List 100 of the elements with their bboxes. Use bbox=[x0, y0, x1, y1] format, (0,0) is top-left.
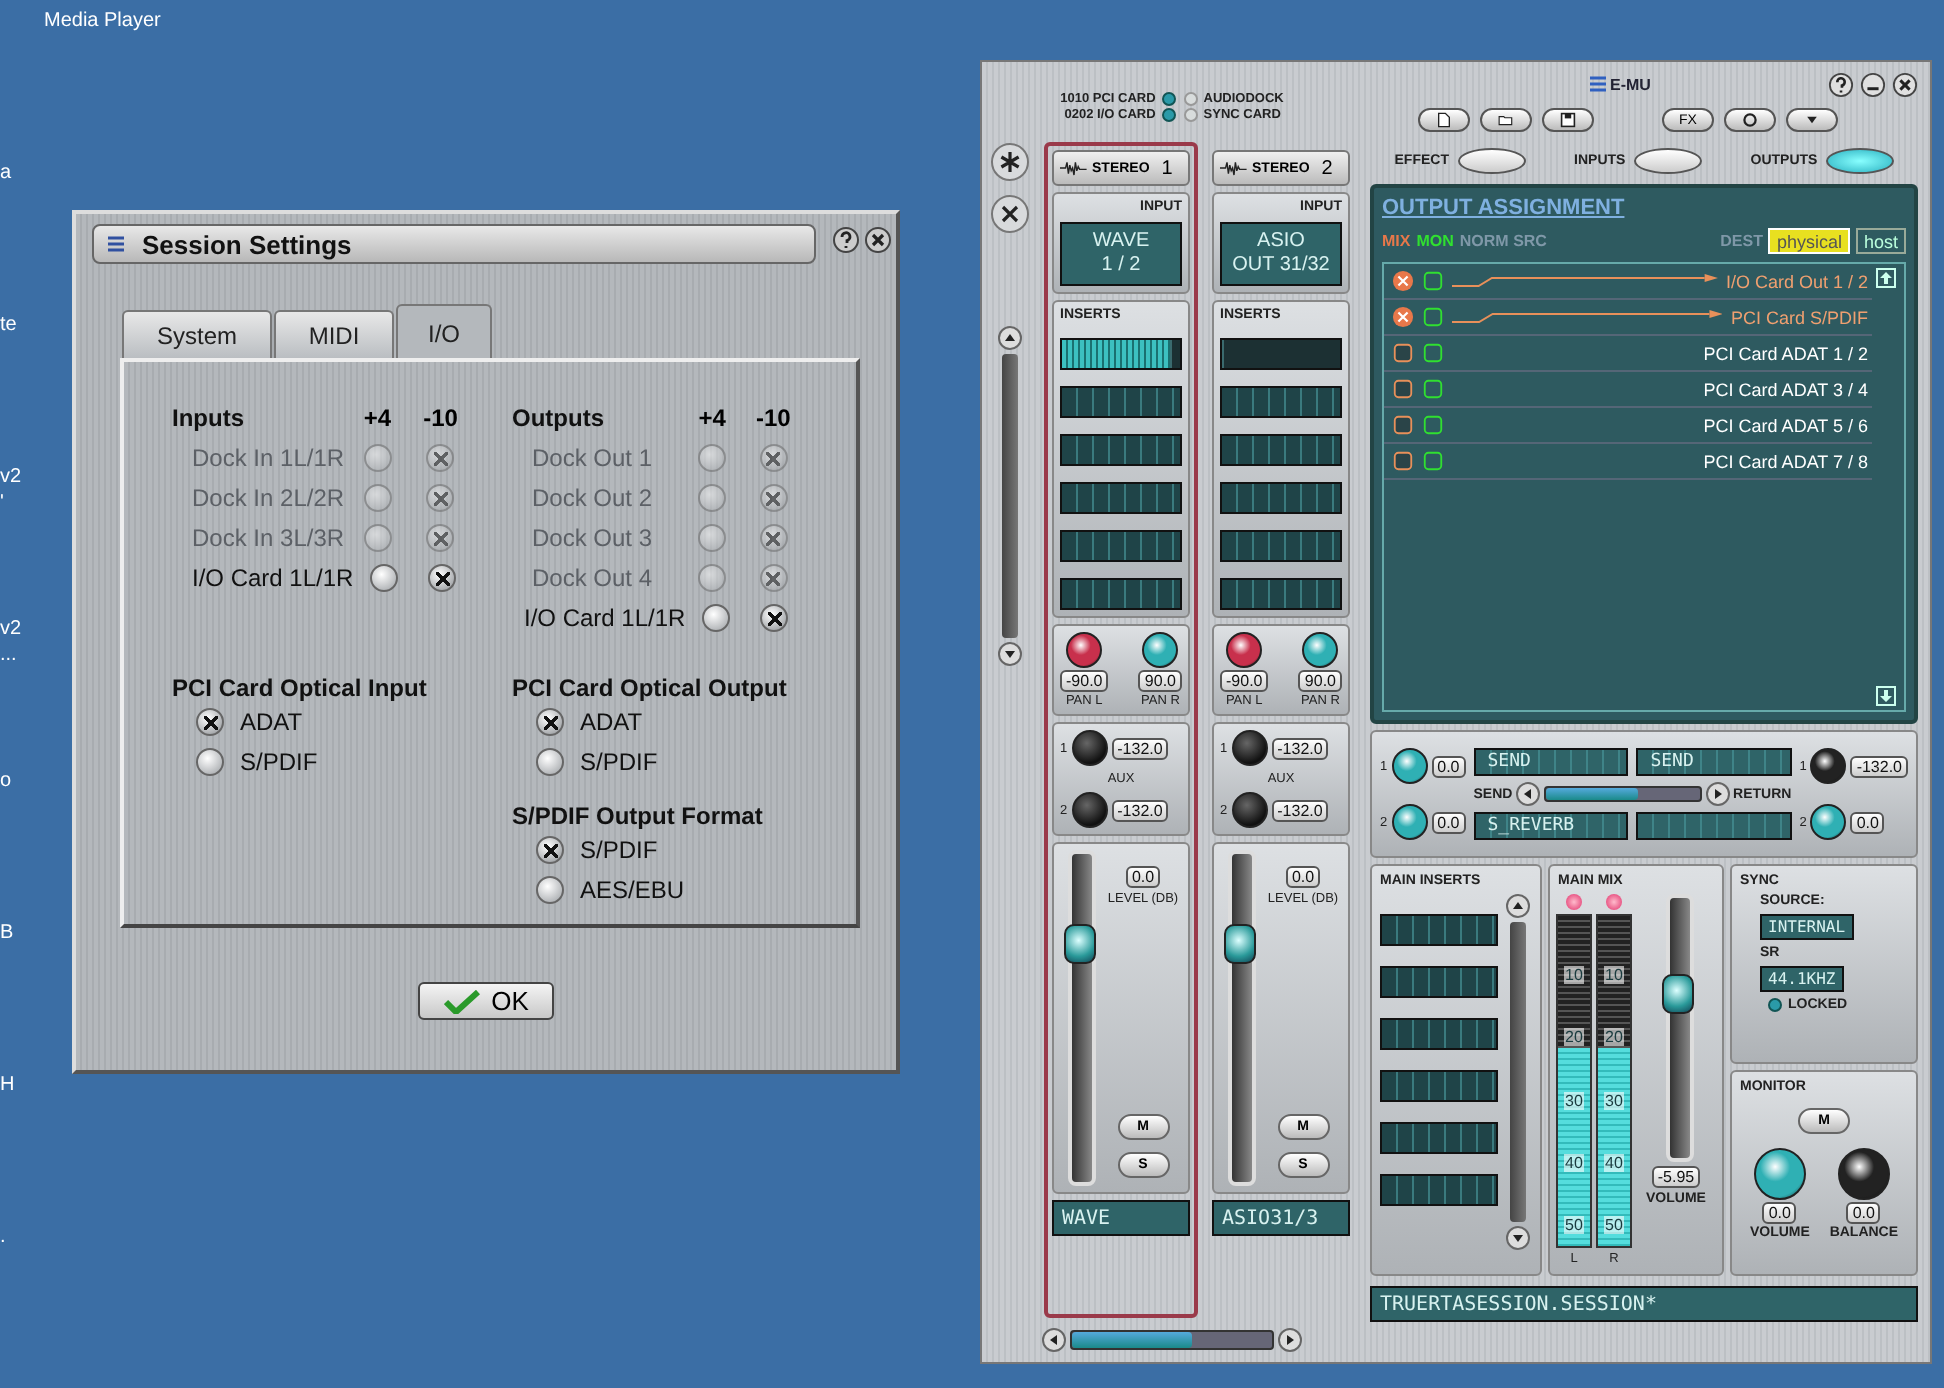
radio-button[interactable] bbox=[428, 564, 457, 592]
insert-slot[interactable] bbox=[1380, 1122, 1498, 1154]
ok-button[interactable]: OK bbox=[418, 982, 554, 1020]
input-display[interactable]: WAVE 1 / 2 bbox=[1060, 222, 1182, 286]
monitor-knob[interactable] bbox=[1753, 1148, 1806, 1200]
fader-track[interactable] bbox=[1228, 850, 1256, 1186]
desktop-icon-label[interactable]: v2 ... bbox=[0, 616, 22, 668]
mix-node[interactable] bbox=[1392, 270, 1414, 292]
return-knob[interactable] bbox=[1810, 748, 1847, 784]
effect-slot[interactable]: SEND bbox=[1636, 748, 1792, 776]
send-knob[interactable] bbox=[1391, 804, 1428, 840]
view-toggle[interactable] bbox=[1633, 147, 1702, 173]
effect-slot[interactable]: SEND bbox=[1473, 748, 1629, 776]
radio-button[interactable] bbox=[536, 708, 564, 736]
asterisk-icon[interactable] bbox=[990, 142, 1030, 182]
dropdown-button[interactable] bbox=[1786, 108, 1838, 132]
output-destination[interactable]: PCI Card ADAT 7 / 8 bbox=[1703, 451, 1872, 471]
dest-tab[interactable]: physical bbox=[1768, 228, 1850, 254]
value-field[interactable]: 0.0 bbox=[1846, 1202, 1881, 1224]
value-field[interactable]: 90.0 bbox=[1298, 670, 1342, 692]
value-field[interactable]: 0.0 bbox=[1850, 811, 1885, 833]
radio-button[interactable] bbox=[536, 876, 564, 904]
value-field[interactable]: 0.0 bbox=[1431, 811, 1466, 833]
value-field[interactable]: 0.0 bbox=[1285, 866, 1321, 888]
value-field[interactable]: 90.0 bbox=[1138, 670, 1182, 692]
tab[interactable]: System bbox=[122, 310, 272, 360]
mon-node[interactable] bbox=[1422, 342, 1444, 364]
insert-slot[interactable] bbox=[1220, 482, 1342, 514]
vertical-scrollbar[interactable] bbox=[996, 326, 1024, 666]
value-field[interactable]: -90.0 bbox=[1220, 670, 1269, 692]
horizontal-scrollbar[interactable] bbox=[1544, 786, 1702, 802]
fader-track[interactable] bbox=[1666, 894, 1694, 1162]
desktop-icon-label[interactable]: o bbox=[0, 768, 12, 794]
radio-button[interactable] bbox=[701, 604, 730, 632]
value-field[interactable]: -132.0 bbox=[1850, 755, 1908, 777]
radio-button[interactable] bbox=[196, 748, 224, 776]
return-knob[interactable] bbox=[1810, 804, 1847, 840]
send-knob[interactable] bbox=[1391, 748, 1428, 784]
view-toggle[interactable] bbox=[1457, 147, 1525, 173]
dest-tab[interactable]: host bbox=[1855, 228, 1906, 254]
monitor-knob[interactable] bbox=[1837, 1148, 1890, 1200]
radio-button[interactable] bbox=[536, 836, 564, 864]
insert-slot[interactable] bbox=[1380, 914, 1498, 946]
output-destination[interactable]: PCI Card ADAT 5 / 6 bbox=[1703, 415, 1872, 435]
insert-slot[interactable] bbox=[1380, 1018, 1498, 1050]
pan-knob[interactable] bbox=[1142, 632, 1179, 668]
desktop-icon-label[interactable]: B bbox=[0, 920, 14, 946]
pan-knob[interactable] bbox=[1226, 632, 1263, 668]
radio-button[interactable] bbox=[369, 564, 398, 592]
insert-slot[interactable] bbox=[1380, 966, 1498, 998]
value-field[interactable]: -5.95 bbox=[1651, 1166, 1701, 1188]
pan-knob[interactable] bbox=[1302, 632, 1339, 668]
mon-node[interactable] bbox=[1422, 306, 1444, 328]
fader-handle[interactable] bbox=[1662, 974, 1694, 1015]
mix-node[interactable] bbox=[1392, 414, 1414, 436]
radio-button[interactable] bbox=[536, 748, 564, 776]
fader-handle[interactable] bbox=[1224, 923, 1256, 964]
output-destination[interactable]: PCI Card ADAT 1 / 2 bbox=[1703, 343, 1872, 363]
fader-handle[interactable] bbox=[1064, 923, 1096, 964]
vertical-scrollbar[interactable] bbox=[1504, 894, 1532, 1250]
insert-slot[interactable] bbox=[1060, 530, 1182, 562]
aux-knob[interactable] bbox=[1231, 730, 1268, 766]
mix-node[interactable] bbox=[1392, 378, 1414, 400]
mon-node[interactable] bbox=[1422, 270, 1444, 292]
tab[interactable]: I/O bbox=[396, 304, 492, 360]
new-file-button[interactable] bbox=[1418, 108, 1470, 132]
input-display[interactable]: ASIO OUT 31/32 bbox=[1220, 222, 1342, 286]
minimize-icon[interactable] bbox=[1860, 71, 1886, 97]
desktop-icon-label[interactable]: . bbox=[0, 1224, 6, 1250]
close-icon[interactable] bbox=[864, 226, 892, 254]
output-destination[interactable]: PCI Card ADAT 3 / 4 bbox=[1703, 379, 1872, 399]
save-button[interactable] bbox=[1542, 108, 1594, 132]
desktop-icon-label[interactable]: a bbox=[0, 160, 12, 186]
desktop-icon-label[interactable]: Media Player bbox=[44, 8, 161, 34]
mix-node[interactable] bbox=[1392, 342, 1414, 364]
insert-slot[interactable] bbox=[1380, 1174, 1498, 1206]
insert-slot[interactable] bbox=[1220, 530, 1342, 562]
value-field[interactable]: 0.0 bbox=[1431, 755, 1466, 777]
aux-knob[interactable] bbox=[1071, 792, 1108, 828]
insert-slot[interactable] bbox=[1220, 578, 1342, 610]
effect-slot[interactable] bbox=[1636, 812, 1792, 840]
tab[interactable]: MIDI bbox=[274, 310, 394, 360]
desktop-icon-label[interactable]: H bbox=[0, 1072, 15, 1098]
value-field[interactable]: -132.0 bbox=[1111, 737, 1169, 759]
insert-slot[interactable] bbox=[1060, 434, 1182, 466]
value-field[interactable]: 0.0 bbox=[1762, 1202, 1797, 1224]
insert-slot[interactable] bbox=[1060, 386, 1182, 418]
value-field[interactable]: -90.0 bbox=[1060, 670, 1109, 692]
output-destination[interactable]: I/O Card Out 1 / 2 bbox=[1725, 271, 1872, 291]
mix-node[interactable] bbox=[1392, 450, 1414, 472]
output-destination[interactable]: PCI Card S/PDIF bbox=[1730, 307, 1872, 327]
insert-slot[interactable] bbox=[1220, 434, 1342, 466]
value-field[interactable]: -132.0 bbox=[1271, 737, 1329, 759]
open-folder-button[interactable] bbox=[1480, 108, 1532, 132]
effect-slot[interactable]: S_REVERB bbox=[1473, 812, 1629, 840]
insert-slot[interactable] bbox=[1060, 578, 1182, 610]
desktop-icon-label[interactable]: te bbox=[0, 312, 17, 338]
insert-slot[interactable] bbox=[1060, 482, 1182, 514]
help-icon[interactable] bbox=[1828, 71, 1854, 97]
value-field[interactable]: -132.0 bbox=[1271, 799, 1329, 821]
